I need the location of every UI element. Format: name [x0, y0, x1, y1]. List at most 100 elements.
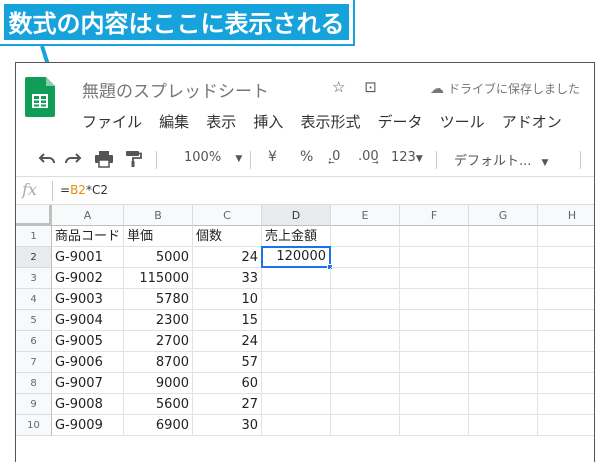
cell-h7[interactable]	[538, 352, 594, 373]
cell-g5[interactable]	[469, 310, 538, 331]
cell-c2[interactable]: 24	[193, 247, 262, 268]
cell-b3[interactable]: 115000	[124, 268, 193, 289]
menu-format[interactable]: 表示形式	[300, 113, 360, 131]
row-header-6[interactable]: 6	[16, 331, 52, 352]
cell-f2[interactable]	[400, 247, 469, 268]
cell-e6[interactable]	[331, 331, 400, 352]
star-icon[interactable]: ☆	[332, 78, 345, 96]
cell-f10[interactable]	[400, 415, 469, 436]
zoom-select[interactable]: 100% ▼	[184, 150, 242, 165]
cell-b2[interactable]: 5000	[124, 247, 193, 268]
cell-d7[interactable]	[262, 352, 331, 373]
row-header-8[interactable]: 8	[16, 373, 52, 394]
cell-f3[interactable]	[400, 268, 469, 289]
cell-d2[interactable]: 120000	[261, 246, 331, 268]
cell-h2[interactable]	[538, 247, 594, 268]
row-header-2[interactable]: 2	[16, 247, 52, 268]
cell-g2[interactable]	[469, 247, 538, 268]
menu-tools[interactable]: ツール	[440, 113, 485, 131]
cell-a4[interactable]: G-9003	[52, 289, 124, 310]
cell-e8[interactable]	[331, 373, 400, 394]
cell-e10[interactable]	[331, 415, 400, 436]
cell-g8[interactable]	[469, 373, 538, 394]
cell-g6[interactable]	[469, 331, 538, 352]
row-header-10[interactable]: 10	[16, 415, 52, 436]
currency-format-button[interactable]: ¥	[268, 149, 277, 165]
document-title[interactable]: 無題のスプレッドシート	[82, 77, 269, 102]
cell-c7[interactable]: 57	[193, 352, 262, 373]
cell-f4[interactable]	[400, 289, 469, 310]
row-header-9[interactable]: 9	[16, 394, 52, 415]
select-all-corner[interactable]	[16, 205, 52, 226]
cell-h10[interactable]	[538, 415, 594, 436]
column-header-d[interactable]: D	[262, 205, 331, 226]
cell-h3[interactable]	[538, 268, 594, 289]
cell-g4[interactable]	[469, 289, 538, 310]
cell-e5[interactable]	[331, 310, 400, 331]
column-header-c[interactable]: C	[193, 205, 262, 226]
cell-e3[interactable]	[331, 268, 400, 289]
column-header-b[interactable]: B	[124, 205, 193, 226]
number-format-select[interactable]: 123▼	[391, 150, 423, 165]
cell-b7[interactable]: 8700	[124, 352, 193, 373]
print-icon[interactable]	[94, 150, 114, 168]
cell-h9[interactable]	[538, 394, 594, 415]
cell-d4[interactable]	[262, 289, 331, 310]
cell-f7[interactable]	[400, 352, 469, 373]
cell-f6[interactable]	[400, 331, 469, 352]
increase-decimal-button[interactable]: .00 →	[358, 149, 379, 167]
cell-a10[interactable]: G-9009	[52, 415, 124, 436]
cell-b9[interactable]: 5600	[124, 394, 193, 415]
cell-b1[interactable]: 単価	[124, 226, 193, 247]
cell-g10[interactable]	[469, 415, 538, 436]
cell-f5[interactable]	[400, 310, 469, 331]
row-header-5[interactable]: 5	[16, 310, 52, 331]
cell-h8[interactable]	[538, 373, 594, 394]
row-header-4[interactable]: 4	[16, 289, 52, 310]
cell-g7[interactable]	[469, 352, 538, 373]
cell-b5[interactable]: 2300	[124, 310, 193, 331]
cell-f8[interactable]	[400, 373, 469, 394]
row-header-7[interactable]: 7	[16, 352, 52, 373]
cell-d1[interactable]: 売上金額	[262, 226, 331, 247]
cell-e9[interactable]	[331, 394, 400, 415]
cell-c1[interactable]: 個数	[193, 226, 262, 247]
cell-c6[interactable]: 24	[193, 331, 262, 352]
cell-d9[interactable]	[262, 394, 331, 415]
cell-b8[interactable]: 9000	[124, 373, 193, 394]
menu-file[interactable]: ファイル	[82, 113, 142, 131]
cell-c4[interactable]: 10	[193, 289, 262, 310]
cell-g3[interactable]	[469, 268, 538, 289]
cell-a8[interactable]: G-9007	[52, 373, 124, 394]
row-header-3[interactable]: 3	[16, 268, 52, 289]
column-header-g[interactable]: G	[469, 205, 538, 226]
cell-c10[interactable]: 30	[193, 415, 262, 436]
redo-icon[interactable]	[64, 151, 82, 167]
decrease-decimal-button[interactable]: .0 ←	[328, 149, 340, 167]
cell-f9[interactable]	[400, 394, 469, 415]
paint-format-icon[interactable]	[124, 150, 142, 168]
cell-d6[interactable]	[262, 331, 331, 352]
column-header-a[interactable]: A	[52, 205, 124, 226]
cell-e2[interactable]	[331, 247, 400, 268]
cell-a1[interactable]: 商品コード	[52, 226, 124, 247]
cell-a6[interactable]: G-9005	[52, 331, 124, 352]
cell-a9[interactable]: G-9008	[52, 394, 124, 415]
cell-b4[interactable]: 5780	[124, 289, 193, 310]
cell-g1[interactable]	[469, 226, 538, 247]
cell-a2[interactable]: G-9001	[52, 247, 124, 268]
cell-h1[interactable]	[538, 226, 594, 247]
cell-c5[interactable]: 15	[193, 310, 262, 331]
cell-c8[interactable]: 60	[193, 373, 262, 394]
cell-c3[interactable]: 33	[193, 268, 262, 289]
menu-edit[interactable]: 編集	[159, 113, 189, 131]
row-header-1[interactable]: 1	[16, 226, 52, 247]
cell-f1[interactable]	[400, 226, 469, 247]
column-header-f[interactable]: F	[400, 205, 469, 226]
cell-a5[interactable]: G-9004	[52, 310, 124, 331]
cell-e7[interactable]	[331, 352, 400, 373]
cell-h4[interactable]	[538, 289, 594, 310]
cell-e4[interactable]	[331, 289, 400, 310]
menu-view[interactable]: 表示	[206, 113, 236, 131]
font-family-select[interactable]: デフォルト... ▼	[454, 150, 548, 169]
